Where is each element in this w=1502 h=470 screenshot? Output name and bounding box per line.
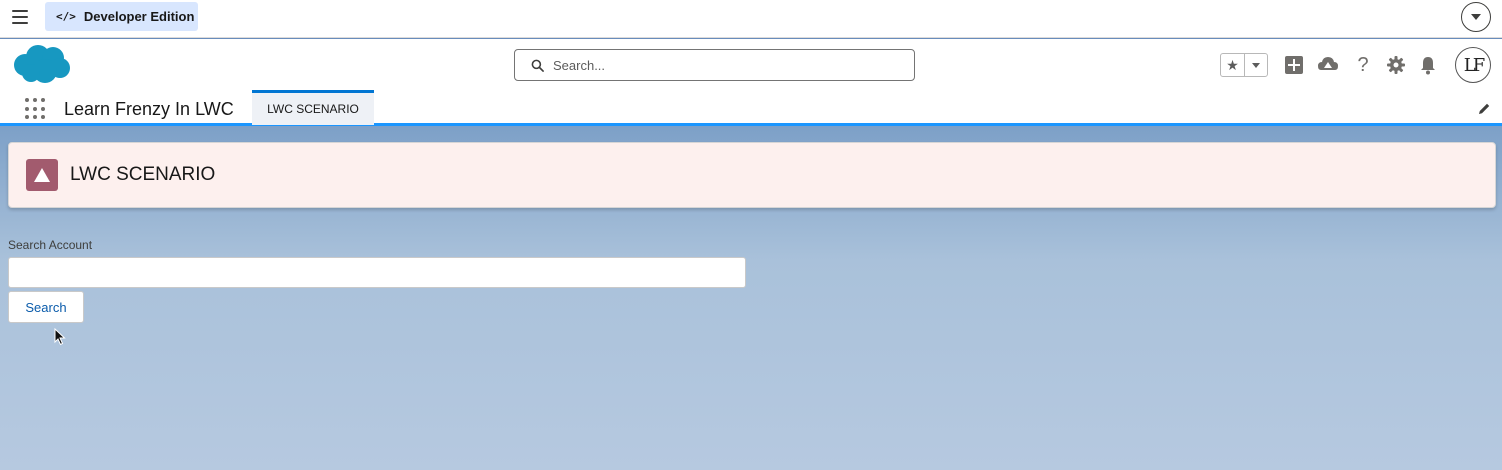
search-button[interactable]: Search xyxy=(8,291,84,323)
page-title: LWC SCENARIO xyxy=(70,164,216,185)
page-header-card: LWC SCENARIO xyxy=(8,142,1496,208)
edit-nav-pencil-icon[interactable] xyxy=(1476,101,1492,117)
lightning-page-icon xyxy=(26,159,58,191)
notifications-bell-icon[interactable] xyxy=(1416,53,1440,77)
favorites-star-icon[interactable]: ★ xyxy=(1221,54,1245,76)
developer-edition-label: Developer Edition xyxy=(83,9,195,24)
mouse-cursor-icon xyxy=(54,328,66,346)
header-utility-icons: ★ xyxy=(1220,47,1268,83)
favorites-caret-icon[interactable] xyxy=(1245,54,1267,76)
app-name: Learn Frenzy In LWC xyxy=(64,99,234,119)
code-icon: </> xyxy=(56,10,76,23)
avatar[interactable]: LF xyxy=(1455,47,1491,83)
global-search-box[interactable] xyxy=(514,49,915,81)
salesforce-cloud-logo[interactable] xyxy=(11,43,71,85)
help-icon[interactable]: ? xyxy=(1351,53,1375,77)
add-icon[interactable] xyxy=(1282,53,1306,77)
app-navigation-bar: Learn Frenzy In LWC LWC SCENARIO xyxy=(0,90,1502,126)
app-launcher-icon[interactable] xyxy=(25,98,47,120)
search-icon xyxy=(531,59,544,72)
search-account-label: Search Account xyxy=(8,238,93,252)
developer-edition-pill[interactable]: </> Developer Edition xyxy=(45,2,198,31)
developer-bar: </> Developer Edition xyxy=(0,0,1502,38)
search-account-input[interactable] xyxy=(8,257,746,288)
trailhead-icon[interactable] xyxy=(1316,53,1340,77)
tab-lwc-scenario[interactable]: LWC SCENARIO xyxy=(252,90,374,125)
hamburger-icon[interactable] xyxy=(12,10,28,24)
favorites-group[interactable]: ★ xyxy=(1220,53,1268,77)
chevron-down-circle-icon[interactable] xyxy=(1461,2,1491,32)
setup-gear-icon[interactable] xyxy=(1384,53,1408,77)
global-header: ★ ? LF xyxy=(0,39,1502,91)
global-search-input[interactable] xyxy=(553,57,893,73)
